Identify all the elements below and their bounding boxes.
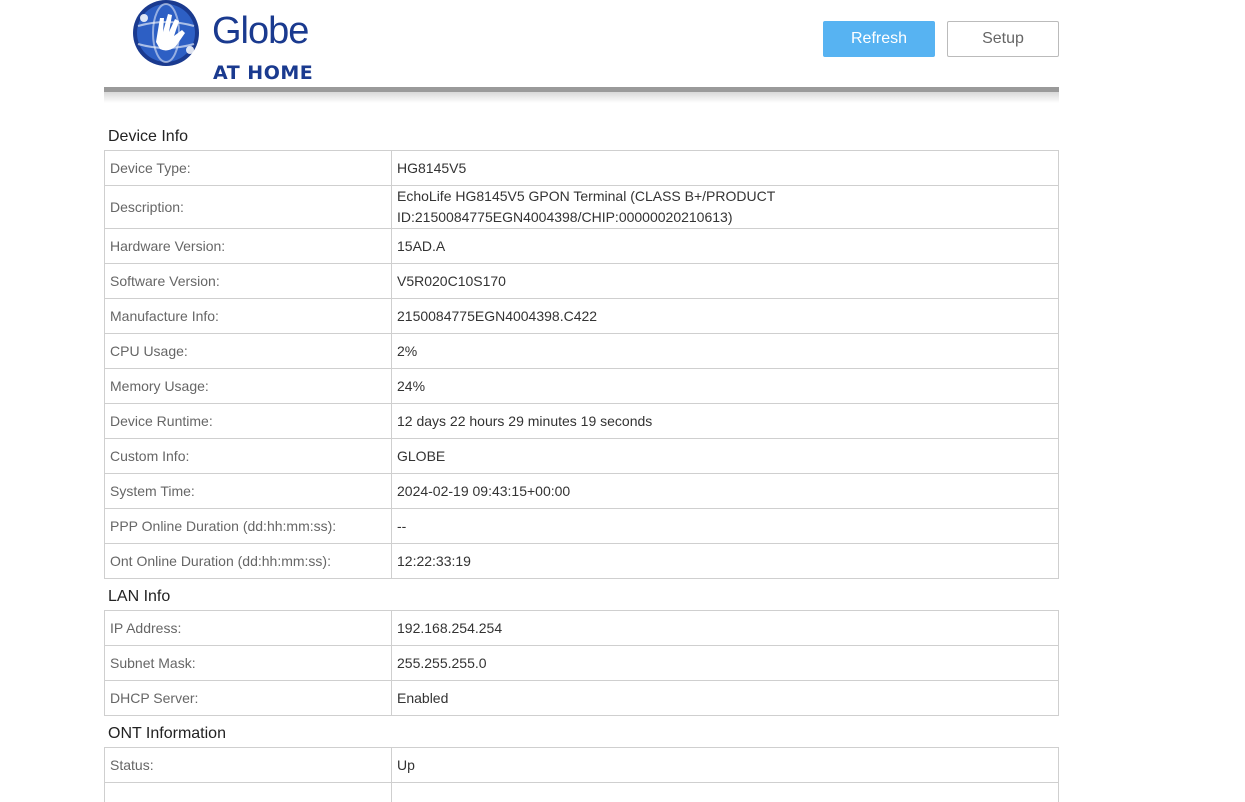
table-row: Device Type: HG8145V5 [104,150,1059,186]
table-row: IP Address: 192.168.254.254 [104,610,1059,646]
row-label [104,782,392,802]
row-value: HG8145V5 [391,150,1059,186]
row-value [391,782,1059,802]
row-value: 15AD.A [391,228,1059,264]
row-label: Ont Online Duration (dd:hh:mm:ss): [104,543,392,579]
row-label: Description: [104,185,392,229]
row-label: CPU Usage: [104,333,392,369]
table-row: CPU Usage: 2% [104,333,1059,369]
device-info-title: Device Info [108,128,189,145]
row-label: Custom Info: [104,438,392,474]
header-divider [104,87,1059,103]
row-value: Up [391,747,1059,783]
table-row: System Time: 2024-02-19 09:43:15+00:00 [104,473,1059,509]
table-row: Hardware Version: 15AD.A [104,228,1059,264]
row-value: 2% [391,333,1059,369]
row-label: Manufacture Info: [104,298,392,334]
row-value: Enabled [391,680,1059,716]
row-label: Memory Usage: [104,368,392,404]
row-value: 2150084775EGN4004398.C422 [391,298,1059,334]
logo-subtitle: AT HOME [213,62,314,84]
table-row [104,782,1059,802]
page: Globe AT HOME Refresh Setup Device Info … [0,0,1245,802]
row-value: 12 days 22 hours 29 minutes 19 seconds [391,403,1059,439]
table-row: Manufacture Info: 2150084775EGN4004398.C… [104,298,1059,334]
setup-button[interactable]: Setup [947,21,1059,57]
table-row: Device Runtime: 12 days 22 hours 29 minu… [104,403,1059,439]
row-label: Hardware Version: [104,228,392,264]
device-info-table: Device Type: HG8145V5 Description: EchoL… [104,150,1059,579]
table-row: DHCP Server: Enabled [104,680,1059,716]
table-row: Ont Online Duration (dd:hh:mm:ss): 12:22… [104,543,1059,579]
row-label: PPP Online Duration (dd:hh:mm:ss): [104,508,392,544]
table-row: PPP Online Duration (dd:hh:mm:ss): -- [104,508,1059,544]
row-value: 192.168.254.254 [391,610,1059,646]
row-value: -- [391,508,1059,544]
row-value: 2024-02-19 09:43:15+00:00 [391,473,1059,509]
row-value: V5R020C10S170 [391,263,1059,299]
table-row: Status: Up [104,747,1059,783]
row-label: Device Type: [104,150,392,186]
logo-wordmark: Globe [212,10,309,52]
ont-info-title: ONT Information [108,725,226,742]
lan-info-title: LAN Info [108,588,171,605]
main-content: Device Info Device Type: HG8145V5 Descri… [104,119,1059,802]
globe-logo-icon [133,0,199,66]
row-label: Device Runtime: [104,403,392,439]
row-label: DHCP Server: [104,680,392,716]
globe-at-home-logo: Globe AT HOME [130,0,330,86]
table-row: Subnet Mask: 255.255.255.0 [104,645,1059,681]
table-row: Description: EchoLife HG8145V5 GPON Term… [104,185,1059,229]
row-label: System Time: [104,473,392,509]
table-row: Software Version: V5R020C10S170 [104,263,1059,299]
row-label: Subnet Mask: [104,645,392,681]
row-value: EchoLife HG8145V5 GPON Terminal (CLASS B… [391,185,1059,229]
row-value: 255.255.255.0 [391,645,1059,681]
row-value: GLOBE [391,438,1059,474]
row-label: Software Version: [104,263,392,299]
ont-info-table: Status: Up [104,747,1059,802]
table-row: Memory Usage: 24% [104,368,1059,404]
refresh-button[interactable]: Refresh [823,21,935,57]
lan-info-table: IP Address: 192.168.254.254 Subnet Mask:… [104,610,1059,716]
row-label: IP Address: [104,610,392,646]
row-value: 24% [391,368,1059,404]
row-label: Status: [104,747,392,783]
row-value: 12:22:33:19 [391,543,1059,579]
table-row: Custom Info: GLOBE [104,438,1059,474]
